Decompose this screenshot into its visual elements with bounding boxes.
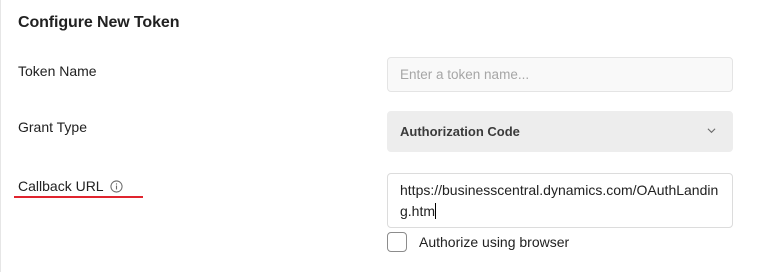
info-icon[interactable]: [110, 180, 123, 193]
token-name-label: Token Name: [18, 63, 97, 79]
grant-type-select[interactable]: Authorization Code: [387, 111, 733, 152]
grant-type-selected-value: Authorization Code: [400, 124, 520, 139]
token-name-input[interactable]: Enter a token name...: [387, 57, 733, 92]
authorize-browser-checkbox[interactable]: [387, 232, 407, 252]
panel-left-border: [0, 0, 1, 272]
text-cursor: [435, 203, 437, 219]
callback-url-value: https://businesscentral.dynamics.com/OAu…: [400, 182, 719, 219]
annotation-underline: [14, 196, 143, 198]
callback-url-input[interactable]: https://businesscentral.dynamics.com/OAu…: [387, 173, 733, 228]
callback-url-label: Callback URL: [18, 178, 104, 194]
authorize-browser-label[interactable]: Authorize using browser: [419, 234, 569, 250]
chevron-down-icon: [707, 128, 716, 134]
callback-url-label-group: Callback URL: [18, 178, 123, 194]
grant-type-label: Grant Type: [18, 119, 88, 135]
section-title: Configure New Token: [18, 14, 180, 31]
